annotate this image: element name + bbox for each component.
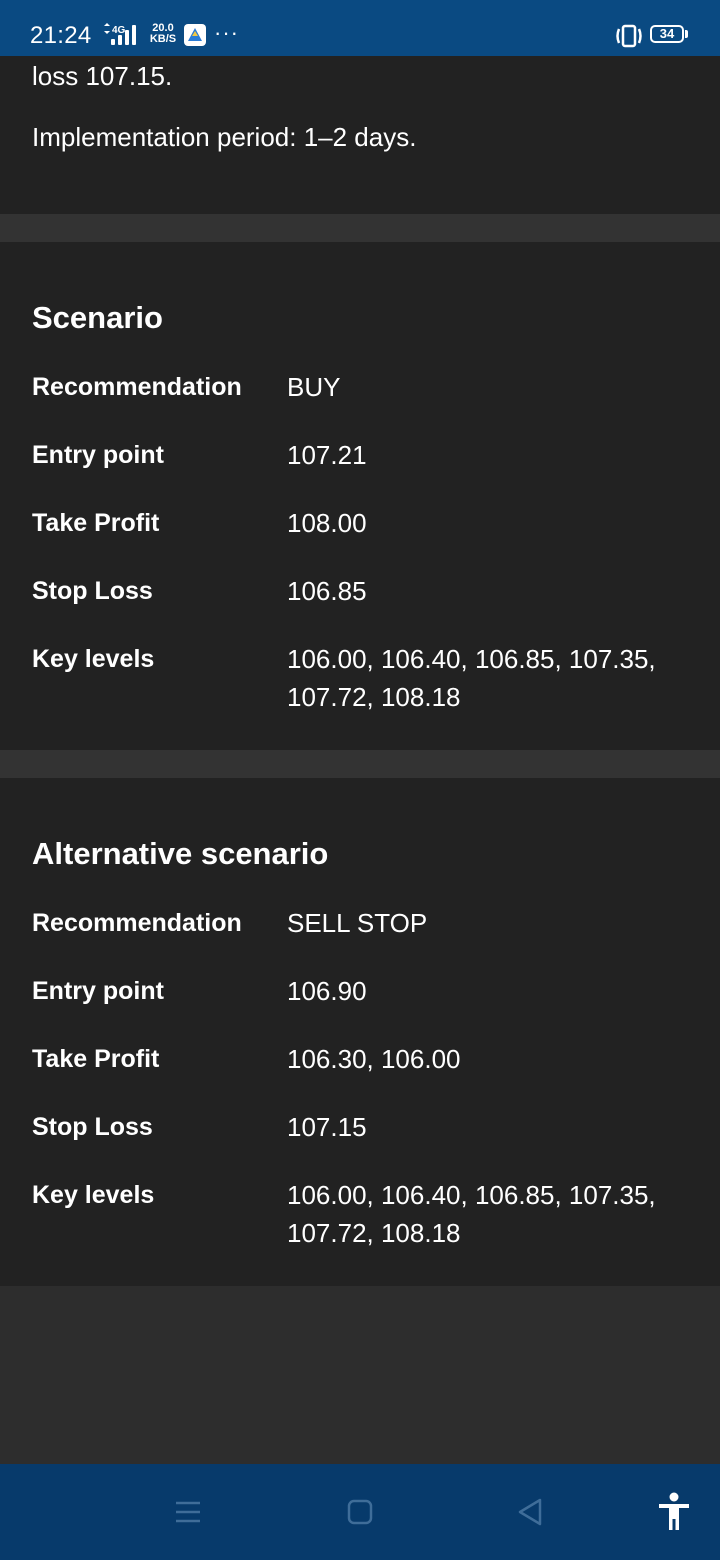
- implementation-period: Implementation period: 1–2 days.: [32, 122, 417, 152]
- row-value: 106.85: [287, 576, 367, 606]
- app-notification-icon: [184, 24, 206, 46]
- network-speed: 20.0 KB/S: [146, 23, 180, 45]
- row-value: BUY: [287, 372, 341, 402]
- alternative-row-entry-point: Entry point 106.90: [32, 972, 688, 1010]
- scenario-row-recommendation: Recommendation BUY: [32, 368, 688, 406]
- row-label: Recommendation: [32, 909, 242, 937]
- scenario-card: Scenario Recommendation BUY Entry point …: [0, 242, 720, 750]
- section-divider: [0, 750, 720, 778]
- row-value: 107.21: [287, 440, 367, 470]
- row-value: 106.00, 106.40, 106.85, 107.35, 107.72, …: [287, 1180, 656, 1248]
- row-label: Stop Loss: [32, 1113, 153, 1141]
- row-value: 106.90: [287, 976, 367, 1006]
- back-icon[interactable]: [508, 1490, 552, 1534]
- alternative-scenario-card: Alternative scenario Recommendation SELL…: [0, 778, 720, 1286]
- row-label: Take Profit: [32, 509, 160, 537]
- row-label: Key levels: [32, 1181, 155, 1209]
- network-speed-unit: KB/S: [149, 33, 177, 45]
- battery-level: 34: [650, 25, 684, 43]
- scenario-row-key-levels: Key levels 106.00, 106.40, 106.85, 107.3…: [32, 640, 688, 716]
- row-label: Entry point: [32, 977, 164, 1005]
- row-value: 106.30, 106.00: [287, 1044, 461, 1074]
- row-value: SELL STOP: [287, 908, 428, 938]
- alternative-row-key-levels: Key levels 106.00, 106.40, 106.85, 107.3…: [32, 1176, 688, 1252]
- row-label: Recommendation: [32, 373, 242, 401]
- status-time: 21:24: [30, 22, 92, 49]
- accessibility-icon[interactable]: [652, 1490, 696, 1534]
- main-content: loss 107.15. Implementation period: 1–2 …: [0, 56, 720, 1286]
- scenario-row-stop-loss: Stop Loss 106.85: [32, 572, 688, 610]
- section-divider: [0, 214, 720, 242]
- vibrate-icon: [616, 24, 642, 48]
- network-type: 4G: [112, 25, 126, 36]
- row-label: Take Profit: [32, 1045, 160, 1073]
- navigation-bar: [0, 1464, 720, 1560]
- intro-text-line1: loss 107.15.: [32, 61, 173, 91]
- alternative-row-stop-loss: Stop Loss 107.15: [32, 1108, 688, 1146]
- home-icon[interactable]: [338, 1490, 382, 1534]
- row-label: Entry point: [32, 441, 164, 469]
- row-value: 107.15: [287, 1112, 367, 1142]
- scenario-title: Scenario: [32, 300, 163, 335]
- alternative-row-take-profit: Take Profit 106.30, 106.00: [32, 1040, 688, 1078]
- row-value: 108.00: [287, 508, 367, 538]
- row-value: 106.00, 106.40, 106.85, 107.35, 107.72, …: [287, 644, 656, 712]
- intro-card: loss 107.15. Implementation period: 1–2 …: [0, 56, 720, 214]
- alternative-scenario-title: Alternative scenario: [32, 836, 329, 871]
- battery-icon: 34: [650, 25, 690, 45]
- menu-icon[interactable]: [166, 1490, 210, 1534]
- row-label: Stop Loss: [32, 577, 153, 605]
- alternative-row-recommendation: Recommendation SELL STOP: [32, 904, 688, 942]
- more-notifications-icon: ···: [214, 20, 239, 45]
- row-label: Key levels: [32, 645, 155, 673]
- scenario-row-entry-point: Entry point 107.21: [32, 436, 688, 474]
- signal-icon: 4G: [104, 23, 136, 45]
- scenario-row-take-profit: Take Profit 108.00: [32, 504, 688, 542]
